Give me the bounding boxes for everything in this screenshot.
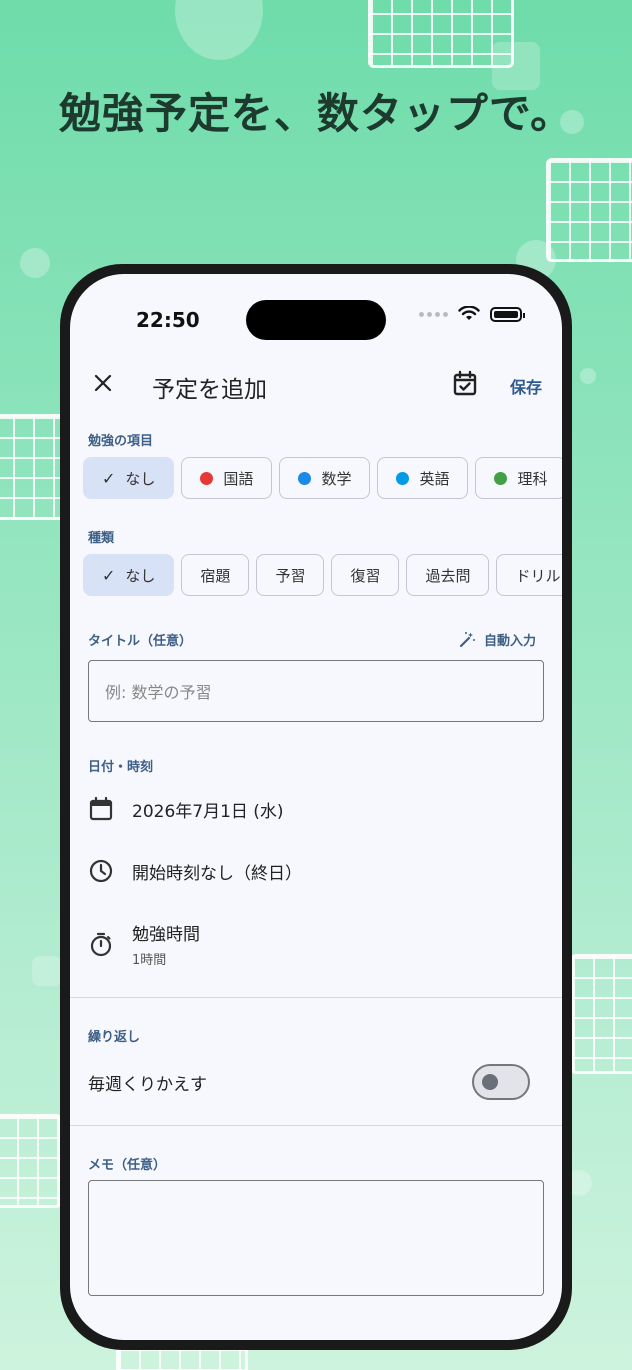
- types-label: 種類: [88, 531, 115, 546]
- title-label: タイトル（任意）: [88, 634, 193, 649]
- subject-color-dot: [494, 471, 508, 485]
- background-square: [32, 956, 62, 986]
- subject-chip-english[interactable]: 英語: [377, 457, 469, 499]
- page-title: 予定を追加: [152, 377, 267, 403]
- wifi-icon: [458, 306, 480, 320]
- phone-screen: 22:50 予定を追加 保存 勉強の項目 ✓ なし 国語 数学 英語 理科 種類…: [70, 274, 562, 1340]
- datetime-label: 日付・時刻: [88, 760, 154, 775]
- start-time-value: 開始時刻なし（終日）: [132, 863, 302, 884]
- memo-input[interactable]: [88, 1180, 544, 1296]
- calendar-icon: [88, 796, 114, 822]
- divider: [70, 1125, 562, 1126]
- subject-color-dot: [298, 471, 312, 485]
- chip-label: 復習: [350, 566, 381, 585]
- background-calendar-grid: [570, 954, 632, 1074]
- subject-chip-none[interactable]: ✓ なし: [83, 457, 175, 499]
- background-calendar-grid: [0, 414, 66, 520]
- headline: 勉強予定を、数タップで。: [58, 89, 574, 138]
- status-icons: [419, 306, 525, 322]
- background-calendar-grid: [0, 1114, 62, 1208]
- chip-label: 国語: [223, 469, 254, 488]
- title-input[interactable]: 例: 数学の予習: [88, 660, 544, 722]
- memo-label: メモ（任意）: [88, 1158, 167, 1173]
- chip-label: ドリル: [515, 566, 561, 585]
- subject-color-dot: [396, 471, 410, 485]
- repeat-label: 繰り返し: [88, 1030, 141, 1045]
- weekly-repeat-label: 毎週くりかえす: [88, 1075, 207, 1095]
- chip-label: 予習: [275, 566, 306, 585]
- duration-row[interactable]: 勉強時間 1時間: [88, 920, 200, 968]
- date-value: 2026年7月1日 (水): [132, 801, 284, 822]
- battery-icon: [490, 306, 525, 322]
- signal-icon: [419, 311, 448, 317]
- calendar-check-button[interactable]: [450, 368, 480, 398]
- type-chip-review[interactable]: 復習: [331, 554, 400, 596]
- type-chip-row: ✓ なし 宿題 予習 復習 過去問 ドリル: [83, 554, 562, 596]
- duration-label: 勉強時間: [132, 925, 200, 945]
- background-circle: [20, 248, 50, 278]
- duration-value: 1時間: [132, 953, 167, 968]
- toggle-knob: [482, 1074, 498, 1090]
- subject-chip-science[interactable]: 理科: [475, 457, 562, 499]
- close-button[interactable]: [88, 368, 118, 398]
- dynamic-island: [246, 300, 386, 340]
- type-chip-drill[interactable]: ドリル: [496, 554, 562, 596]
- subject-chip-math[interactable]: 数学: [279, 457, 371, 499]
- chip-label: 理科: [517, 469, 548, 488]
- save-button[interactable]: 保存: [510, 374, 542, 398]
- check-icon: ✓: [102, 468, 116, 488]
- magic-wand-icon: [459, 631, 475, 647]
- auto-input-label: 自動入力: [483, 634, 536, 649]
- type-chip-none[interactable]: ✓ なし: [83, 554, 175, 596]
- app-bar: 予定を追加 保存: [70, 354, 562, 414]
- background-calendar-grid: [546, 158, 632, 262]
- clock-icon: [88, 858, 114, 884]
- status-time: 22:50: [136, 308, 200, 332]
- chip-label: なし: [125, 566, 156, 585]
- start-time-row[interactable]: 開始時刻なし（終日）: [88, 858, 302, 884]
- check-icon: ✓: [102, 565, 116, 585]
- date-row[interactable]: 2026年7月1日 (水): [88, 796, 284, 822]
- phone-frame: 22:50 予定を追加 保存 勉強の項目 ✓ なし 国語 数学 英語 理科 種類…: [60, 264, 572, 1350]
- chip-label: 数学: [321, 469, 352, 488]
- background-circle: [580, 368, 596, 384]
- chip-label: 宿題: [200, 566, 231, 585]
- type-chip-homework[interactable]: 宿題: [181, 554, 250, 596]
- auto-input-button[interactable]: 自動入力: [458, 630, 536, 649]
- chip-label: 過去問: [425, 566, 471, 585]
- type-chip-past-exam[interactable]: 過去問: [406, 554, 490, 596]
- weekly-repeat-toggle[interactable]: [472, 1064, 530, 1100]
- close-icon: [94, 374, 112, 392]
- background-circle: [175, 0, 263, 60]
- timer-icon: [88, 931, 114, 957]
- chip-label: なし: [125, 469, 156, 488]
- subjects-label: 勉強の項目: [88, 434, 154, 449]
- chip-label: 英語: [419, 469, 450, 488]
- divider: [70, 997, 562, 998]
- subject-chip-row: ✓ なし 国語 数学 英語 理科: [83, 457, 562, 499]
- subject-color-dot: [200, 471, 214, 485]
- subject-chip-japanese[interactable]: 国語: [181, 457, 273, 499]
- type-chip-preview[interactable]: 予習: [256, 554, 325, 596]
